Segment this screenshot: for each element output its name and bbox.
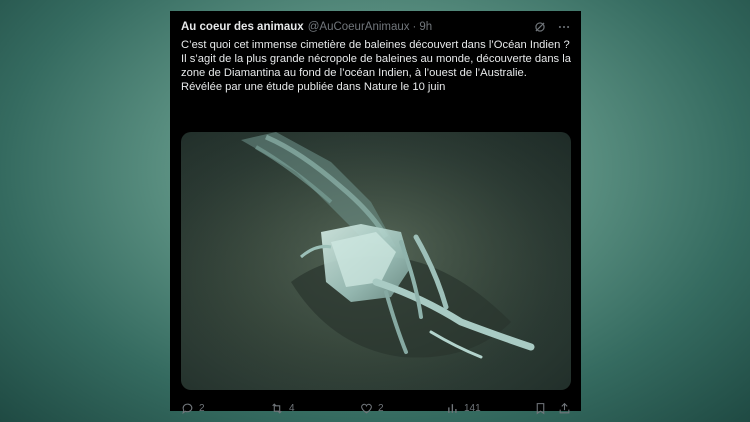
author-name[interactable]: Au coeur des animaux bbox=[181, 21, 304, 33]
grok-icon[interactable] bbox=[533, 20, 547, 34]
tweet-text-line-2: Il s’agit de la plus grande nécropole de… bbox=[181, 53, 571, 79]
tweet-card: Au coeur des animaux @AuCoeurAnimaux · 9… bbox=[170, 11, 581, 414]
header-actions bbox=[533, 20, 571, 34]
reply-button[interactable]: 2 bbox=[181, 402, 205, 415]
share-button[interactable] bbox=[558, 402, 571, 415]
author-handle[interactable]: @AuCoeurAnimaux bbox=[308, 21, 410, 33]
bookmark-icon bbox=[534, 402, 547, 415]
tweet-actions: 2 4 2 141 bbox=[181, 400, 571, 416]
repost-icon bbox=[270, 402, 284, 415]
share-icon bbox=[558, 402, 571, 415]
views-icon bbox=[446, 402, 459, 415]
tweet-text-line-1: C’est quoi cet immense cimetière de bale… bbox=[181, 39, 570, 51]
like-count: 2 bbox=[378, 402, 384, 414]
tweet-text-line-3: Révélée par une étude publiée dans Natur… bbox=[181, 81, 446, 93]
more-icon[interactable] bbox=[557, 20, 571, 34]
tweet-header: Au coeur des animaux @AuCoeurAnimaux · 9… bbox=[181, 19, 571, 35]
tweet-text: C’est quoi cet immense cimetière de bale… bbox=[181, 38, 573, 94]
views-count: 141 bbox=[464, 402, 481, 414]
views-button[interactable]: 141 bbox=[446, 402, 481, 415]
repost-count: 4 bbox=[289, 402, 295, 414]
header-separator: · bbox=[412, 21, 417, 33]
reply-icon bbox=[181, 402, 194, 415]
reply-count: 2 bbox=[199, 402, 205, 414]
heart-icon bbox=[360, 402, 373, 415]
tweet-timestamp[interactable]: 9h bbox=[419, 21, 432, 33]
repost-button[interactable]: 4 bbox=[270, 402, 295, 415]
bookmark-button[interactable] bbox=[534, 402, 547, 415]
tweet-media-image[interactable] bbox=[181, 132, 571, 390]
like-button[interactable]: 2 bbox=[360, 402, 384, 415]
whale-skeleton-photo bbox=[181, 132, 571, 390]
